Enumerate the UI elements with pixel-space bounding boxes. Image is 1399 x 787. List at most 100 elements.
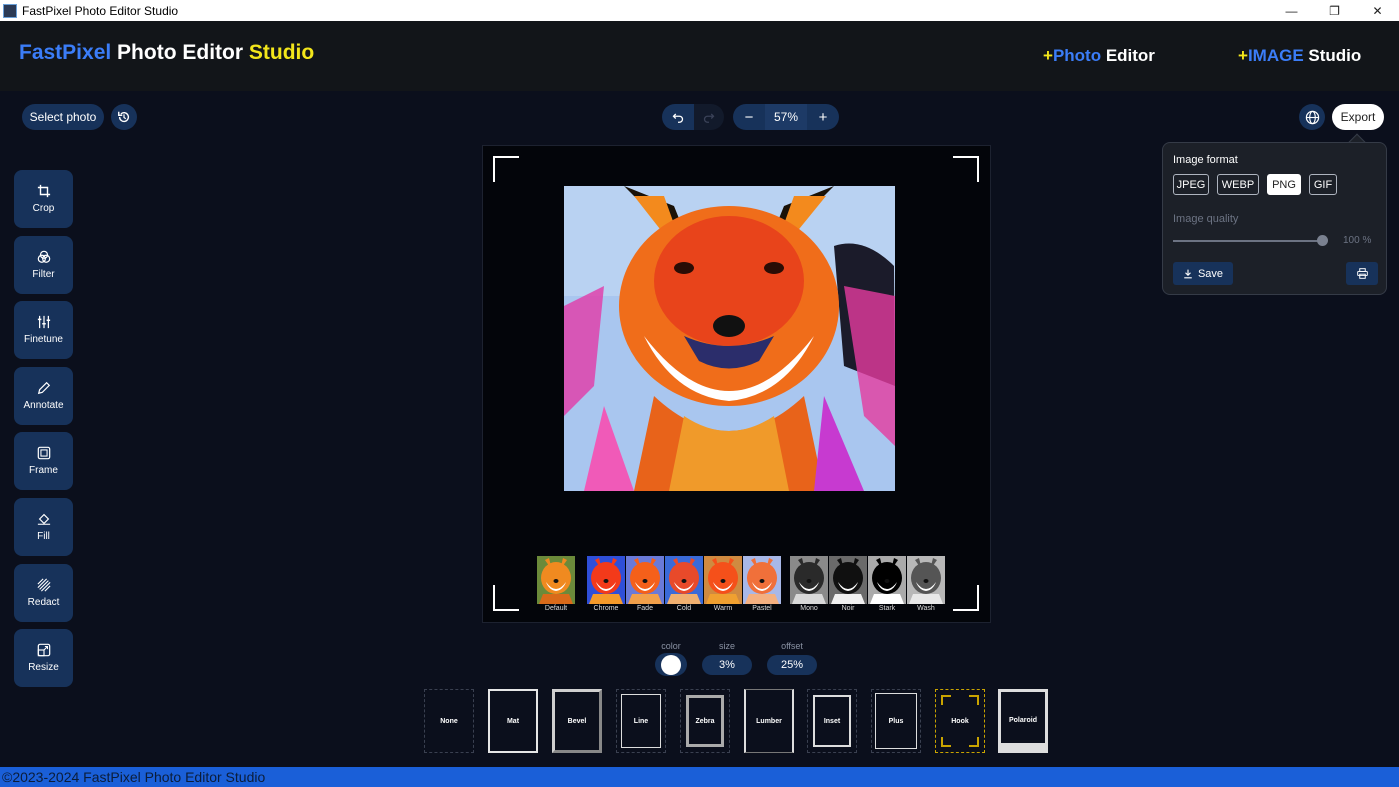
frame-icon <box>37 446 50 460</box>
frame-color-picker[interactable] <box>655 653 687 676</box>
frame-inset[interactable]: Inset <box>807 689 857 753</box>
crop-corner-top-right[interactable] <box>953 156 979 182</box>
brand-part-2: Photo Editor <box>111 41 249 64</box>
frame-zebra[interactable]: Zebra <box>680 689 730 753</box>
zoom-out-button[interactable]: − <box>733 104 765 130</box>
frame-plus[interactable]: Plus <box>871 689 921 753</box>
filter-preview-image <box>829 556 867 604</box>
photo-preview[interactable] <box>564 186 895 491</box>
frame-none[interactable]: None <box>424 689 474 753</box>
close-icon[interactable]: ✕ <box>1356 0 1399 21</box>
quality-value: 100 % <box>1343 235 1372 246</box>
tool-annotate[interactable]: Annotate <box>14 367 73 425</box>
image-quality-label: Image quality <box>1173 213 1239 225</box>
filter-thumb-pastel[interactable] <box>743 556 781 604</box>
window-title: FastPixel Photo Editor Studio <box>22 3 179 18</box>
link-accent: IMAGE <box>1247 46 1304 65</box>
filter-thumb-wash[interactable] <box>907 556 945 604</box>
hook-corner <box>941 737 951 747</box>
crop-corner-bottom-left[interactable] <box>493 585 519 611</box>
select-photo-button[interactable]: Select photo <box>22 104 104 130</box>
color-label: color <box>661 641 681 651</box>
tool-resize[interactable]: Resize <box>14 629 73 687</box>
tool-crop[interactable]: Crop <box>14 170 73 228</box>
print-button[interactable] <box>1346 262 1378 285</box>
restore-icon[interactable]: ❐ <box>1313 0 1356 21</box>
filter-preview-image <box>790 556 828 604</box>
tool-filter[interactable]: Filter <box>14 236 73 294</box>
tool-label: Fill <box>37 531 50 542</box>
hook-corner <box>969 695 979 705</box>
redo-button[interactable] <box>694 104 724 130</box>
filter-preview-image <box>868 556 906 604</box>
history-icon <box>118 111 130 123</box>
filter-label: Default <box>544 605 568 612</box>
filter-thumb-default[interactable] <box>537 556 575 604</box>
filter-thumb-stark[interactable] <box>868 556 906 604</box>
filter-preview-image <box>587 556 625 604</box>
photo-editor-link[interactable]: +Photo Editor <box>1043 46 1155 66</box>
minimize-icon[interactable]: — <box>1270 0 1313 21</box>
tool-label: Annotate <box>23 400 64 411</box>
frame-polaroid[interactable]: Polaroid <box>998 689 1048 753</box>
filter-preview-image <box>626 556 664 604</box>
tool-label: Redact <box>27 597 60 608</box>
filter-thumb-warm[interactable] <box>704 556 742 604</box>
undo-button[interactable] <box>662 104 694 130</box>
zoom-in-button[interactable]: + <box>807 104 839 130</box>
filter-thumb-cold[interactable] <box>665 556 703 604</box>
tool-fill[interactable]: Fill <box>14 498 73 556</box>
fill-icon <box>37 513 50 525</box>
filter-thumb-fade[interactable] <box>626 556 664 604</box>
undo-icon <box>672 113 684 123</box>
frame-size-value[interactable]: 3% <box>702 655 752 675</box>
tool-label: Finetune <box>24 334 63 345</box>
filter-thumb-noir[interactable] <box>829 556 867 604</box>
frame-line[interactable]: Line <box>616 689 666 753</box>
filter-thumb-mono[interactable] <box>790 556 828 604</box>
printer-icon <box>1356 268 1368 279</box>
filter-preview-image <box>704 556 742 604</box>
format-gif-button[interactable]: GIF <box>1309 174 1337 195</box>
zoom-level[interactable]: 57% <box>765 104 807 130</box>
offset-label: offset <box>781 641 803 651</box>
frame-offset-value[interactable]: 25% <box>767 655 817 675</box>
tool-finetune[interactable]: Finetune <box>14 301 73 359</box>
frame-bevel[interactable]: Bevel <box>552 689 602 753</box>
filter-thumb-chrome[interactable] <box>587 556 625 604</box>
tool-label: Filter <box>32 269 55 280</box>
format-jpeg-button[interactable]: JPEG <box>1173 174 1209 195</box>
link-rest: Studio <box>1303 46 1362 65</box>
brand-part-1: FastPixel <box>19 41 112 64</box>
filter-icon <box>37 250 50 263</box>
app-icon <box>3 3 17 18</box>
format-png-button[interactable]: PNG <box>1267 174 1301 195</box>
sliders-icon <box>37 315 50 329</box>
filter-preview-image <box>743 556 781 604</box>
footer-copyright: ©2023-2024 FastPixel Photo Editor Studio <box>0 767 1399 787</box>
format-webp-button[interactable]: WEBP <box>1217 174 1259 195</box>
tool-redact[interactable]: Redact <box>14 564 73 622</box>
quality-slider-thumb[interactable] <box>1317 235 1328 246</box>
history-button[interactable] <box>111 104 137 130</box>
frame-lumber[interactable]: Lumber <box>744 689 794 753</box>
quality-slider-track[interactable] <box>1173 235 1328 246</box>
language-button[interactable] <box>1299 104 1325 130</box>
crop-corner-bottom-right[interactable] <box>953 585 979 611</box>
tool-frame[interactable]: Frame <box>14 432 73 490</box>
pencil-icon <box>37 381 50 395</box>
plus-sign: + <box>1238 46 1248 65</box>
crop-corner-top-left[interactable] <box>493 156 519 182</box>
frame-mat[interactable]: Mat <box>488 689 538 753</box>
frame-zebra-inner: Zebra <box>686 695 724 747</box>
filter-preview-image <box>537 556 575 604</box>
save-button[interactable]: Save <box>1173 262 1233 285</box>
resize-icon <box>37 643 50 657</box>
export-button[interactable]: Export <box>1332 104 1384 130</box>
image-studio-link[interactable]: +IMAGE Studio <box>1238 46 1361 66</box>
window-titlebar: FastPixel Photo Editor Studio — ❐ ✕ <box>0 0 1399 21</box>
frame-hook[interactable]: Hook <box>935 689 985 753</box>
image-format-label: Image format <box>1173 154 1238 166</box>
frame-inset-inner: Inset <box>813 695 851 747</box>
editor-canvas[interactable]: Default Chrome Fade Cold Warm Pastel Mono Noir S… <box>482 145 991 623</box>
